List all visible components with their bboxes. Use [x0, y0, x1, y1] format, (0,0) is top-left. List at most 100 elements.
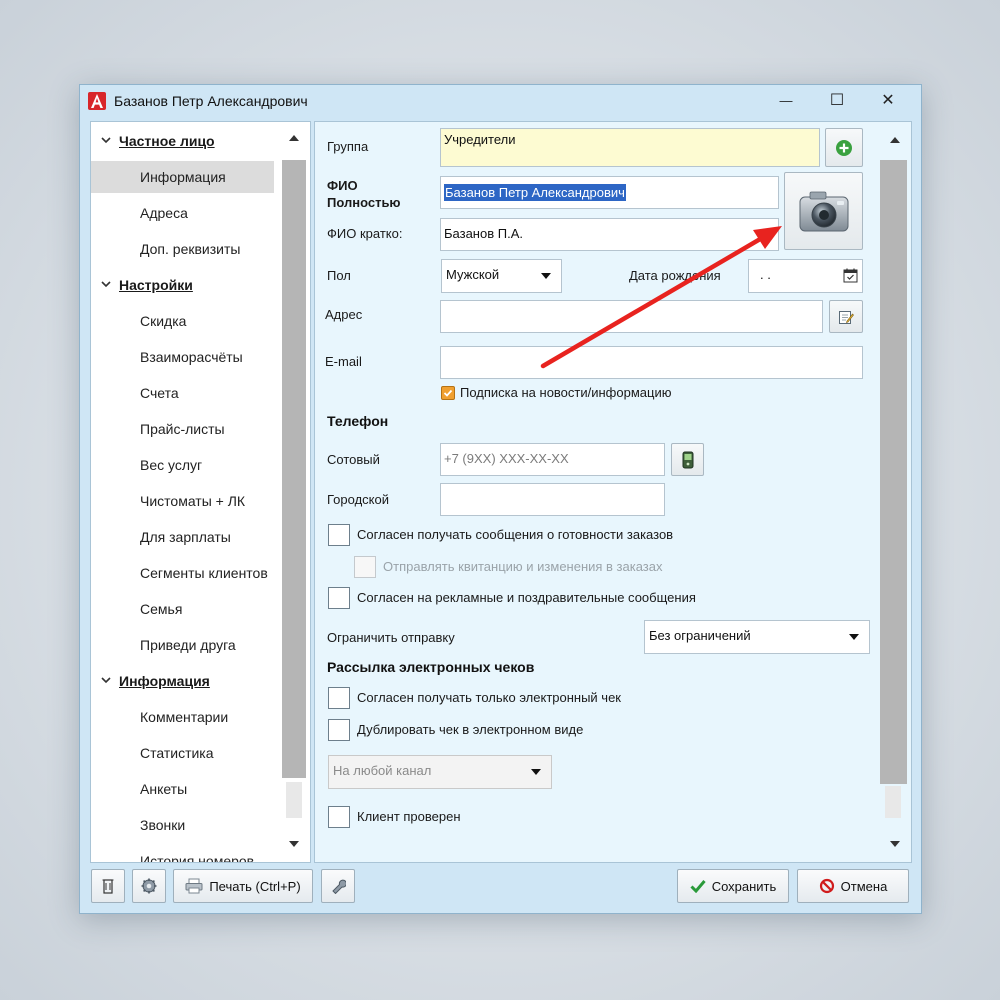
maximize-button[interactable]: ☐: [814, 85, 860, 115]
edit-note-icon: [839, 310, 854, 324]
camera-icon: [799, 191, 848, 232]
nav-item-accounts[interactable]: Счета: [91, 377, 281, 409]
calendar-icon[interactable]: [843, 268, 858, 283]
agree-ready-label: Согласен получать сообщения о готовности…: [357, 527, 674, 542]
scroll-down-icon[interactable]: [888, 838, 902, 850]
email-input[interactable]: [440, 346, 863, 379]
only-electronic-checkbox[interactable]: [328, 687, 350, 709]
nav-section-information[interactable]: Информация: [91, 665, 281, 697]
subscribe-checkbox[interactable]: [441, 386, 455, 400]
nav-item-family[interactable]: Семья: [91, 593, 281, 625]
address-label: Адрес: [325, 307, 363, 322]
nav-item-client-segments[interactable]: Сегменты клиентов: [91, 557, 281, 589]
checkmark-icon: [690, 880, 706, 893]
client-verified-label: Клиент проверен: [357, 809, 461, 824]
fio-full-input[interactable]: Базанов Петр Александрович: [440, 176, 779, 209]
printer-icon: [185, 878, 203, 894]
minimize-icon: —: [779, 92, 793, 108]
agree-ads-checkbox[interactable]: [328, 587, 350, 609]
address-input[interactable]: [440, 300, 823, 333]
scroll-up-icon[interactable]: [287, 132, 301, 144]
nav-item-extra-details[interactable]: Доп. реквизиты: [91, 233, 281, 265]
nav-item-statistics[interactable]: Статистика: [91, 737, 281, 769]
chevron-down-icon: [101, 137, 111, 144]
cancel-button[interactable]: Отмена: [797, 869, 909, 903]
settings-button[interactable]: [132, 869, 166, 903]
chevron-down-icon: [531, 769, 541, 775]
nav-section-settings[interactable]: Настройки: [91, 269, 281, 301]
nav-section-private-person[interactable]: Частное лицо: [91, 125, 281, 157]
chevron-down-icon: [101, 677, 111, 684]
window-title: Базанов Петр Александрович: [114, 93, 308, 109]
photo-button[interactable]: [784, 172, 863, 250]
chevron-down-icon: [101, 281, 111, 288]
chevron-down-icon: [541, 273, 551, 279]
duplicate-receipt-checkbox[interactable]: [328, 719, 350, 741]
fio-short-label: ФИО кратко:: [327, 226, 403, 241]
birth-date-input[interactable]: . .: [748, 259, 863, 293]
limit-send-select[interactable]: Без ограничений: [644, 620, 870, 654]
limit-send-label: Ограничить отправку: [327, 630, 455, 645]
print-button-label: Печать (Ctrl+P): [209, 878, 301, 894]
nav-item-settlements[interactable]: Взаиморасчёты: [91, 341, 281, 373]
nav-item-discount[interactable]: Скидка: [91, 305, 281, 337]
mobile-label: Сотовый: [327, 452, 380, 467]
checkmark-icon: [443, 389, 453, 397]
birth-date-label: Дата рождения: [629, 268, 721, 283]
fio-full-label: ФИО: [327, 178, 358, 193]
title-bar[interactable]: Базанов Петр Александрович — ☐ ✕: [80, 85, 921, 117]
wrench-icon: [332, 879, 346, 894]
landline-input[interactable]: [440, 483, 665, 516]
group-field[interactable]: Учредители: [440, 128, 820, 167]
nav-item-price-lists[interactable]: Прайс-листы: [91, 413, 281, 445]
agree-ready-checkbox[interactable]: [328, 524, 350, 546]
only-electronic-label: Согласен получать только электронный чек: [357, 690, 621, 705]
nav-item-number-history[interactable]: История номеров: [91, 845, 281, 862]
delete-button[interactable]: [91, 869, 125, 903]
plus-circle-icon: [836, 139, 852, 156]
close-icon: ✕: [881, 92, 895, 109]
add-group-button[interactable]: [825, 128, 863, 167]
chevron-down-icon: [849, 634, 859, 640]
nav-scrollbar-thumb[interactable]: [282, 160, 306, 778]
maximize-icon: ☐: [829, 92, 845, 109]
mobile-input[interactable]: +7 (9XX) XXX-XX-XX: [440, 443, 665, 476]
nav-item-service-weight[interactable]: Вес услуг: [91, 449, 281, 481]
tools-button[interactable]: [321, 869, 355, 903]
channel-select[interactable]: На любой канал: [328, 755, 552, 789]
save-button-label: Сохранить: [711, 878, 777, 894]
nav-item-salary[interactable]: Для зарплаты: [91, 521, 281, 553]
fio-short-input[interactable]: Базанов П.А.: [440, 218, 779, 251]
duplicate-receipt-label: Дублировать чек в электронном виде: [357, 722, 584, 737]
nav-item-addresses[interactable]: Адреса: [91, 197, 281, 229]
save-button[interactable]: Сохранить: [677, 869, 789, 903]
trash-icon: [102, 879, 114, 894]
scroll-down-icon[interactable]: [287, 838, 301, 850]
print-button[interactable]: Печать (Ctrl+P): [173, 869, 313, 903]
email-label: E-mail: [325, 354, 362, 369]
gender-select[interactable]: Мужской: [441, 259, 562, 293]
phone-section-header: Телефон: [327, 413, 389, 429]
nav-item-chistomaty[interactable]: Чистоматы + ЛК: [91, 485, 281, 517]
edit-address-button[interactable]: [829, 300, 863, 333]
minimize-button[interactable]: —: [763, 85, 809, 115]
form-scrollbar-thumb[interactable]: [880, 160, 907, 784]
nav-item-information[interactable]: Информация: [91, 161, 274, 193]
nav-item-surveys[interactable]: Анкеты: [91, 773, 281, 805]
nav-item-comments[interactable]: Комментарии: [91, 701, 281, 733]
cancel-icon: [819, 878, 834, 894]
form-scrollbar-track[interactable]: [885, 786, 901, 818]
mobile-phone-button[interactable]: [671, 443, 704, 476]
nav-item-refer-friend[interactable]: Приведи друга: [91, 629, 281, 661]
fio-full-label-2: Полностью: [327, 195, 401, 210]
landline-label: Городской: [327, 492, 389, 507]
send-receipt-label: Отправлять квитанцию и изменения в заказ…: [383, 559, 663, 574]
nav-scrollbar-track[interactable]: [286, 782, 302, 818]
client-verified-checkbox[interactable]: [328, 806, 350, 828]
scroll-up-icon[interactable]: [888, 134, 902, 146]
send-receipt-checkbox[interactable]: [354, 556, 376, 578]
nav-item-calls[interactable]: Звонки: [91, 809, 281, 841]
gear-icon: [141, 878, 157, 894]
close-button[interactable]: ✕: [865, 85, 911, 115]
client-window: Базанов Петр Александрович — ☐ ✕ Частное…: [79, 84, 922, 914]
